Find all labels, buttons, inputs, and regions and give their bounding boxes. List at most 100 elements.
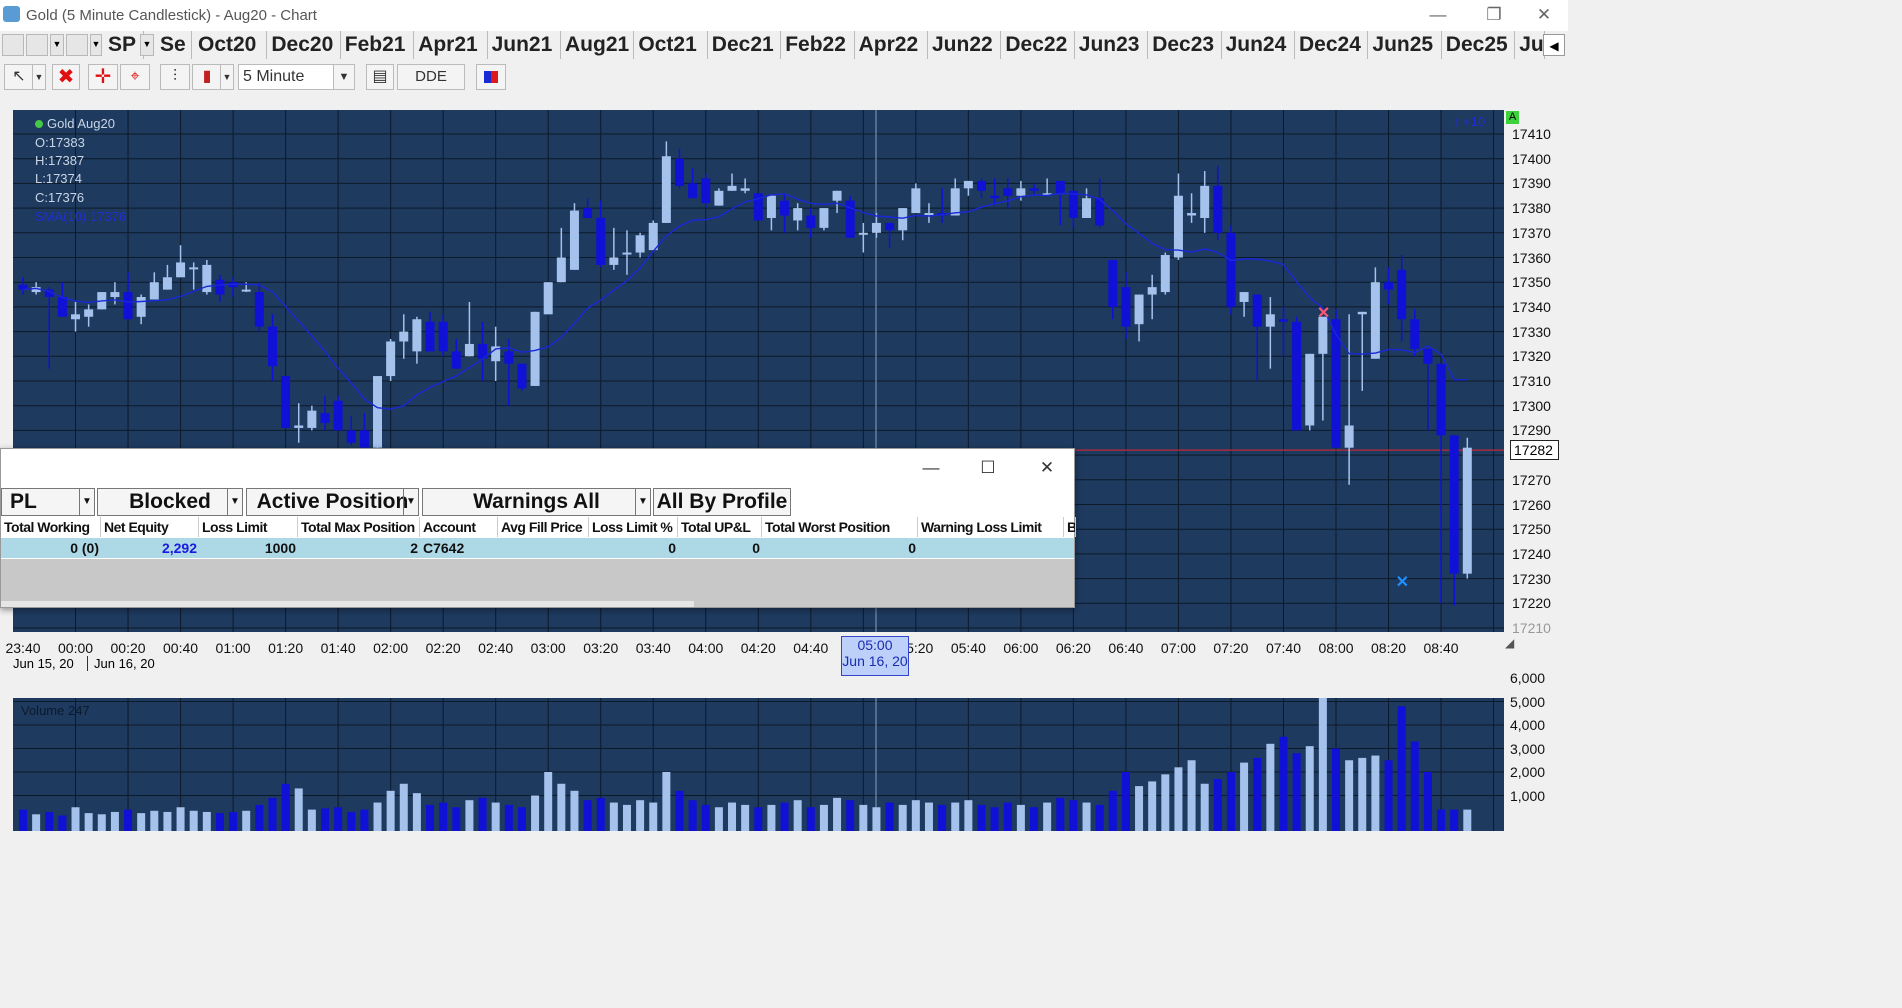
tab-oct21[interactable]: Oct21 [634, 31, 708, 59]
indicators-icon[interactable]: ⫶ [160, 64, 190, 90]
blocked-dropdown[interactable]: Blocked ▼ [97, 488, 243, 516]
pointer-icon[interactable]: ↖ [4, 64, 34, 90]
scroll-indicator[interactable]: ↑ +10 [1453, 114, 1485, 129]
resize-corner-icon[interactable]: ◢ [1505, 636, 1514, 650]
tab-dec25[interactable]: Dec25 [1442, 31, 1516, 59]
data-window-icon[interactable]: ▤ [366, 64, 394, 90]
tab-jun25[interactable]: Jun25 [1368, 31, 1442, 59]
pl-dropdown[interactable]: PL ▼ [1, 488, 95, 516]
tab-jun[interactable]: Jun [1515, 31, 1546, 59]
tab-dec20[interactable]: Dec20 [267, 31, 341, 59]
pointer-dropdown-icon[interactable]: ▼ [32, 64, 46, 90]
volume-bar [1069, 800, 1078, 831]
time-tick-label: 06:40 [1108, 640, 1144, 656]
cell-avg-fill-price [498, 538, 587, 558]
tab-dec21[interactable]: Dec21 [708, 31, 782, 59]
print-dropdown-icon[interactable]: ▼ [90, 34, 102, 56]
col-warning-loss-limit[interactable]: Warning Loss Limit [918, 517, 1064, 537]
col-account[interactable]: Account [420, 517, 498, 537]
candle-body [267, 326, 277, 367]
col-avg-fill-price[interactable]: Avg Fill Price [498, 517, 589, 537]
candle-body [1003, 188, 1013, 196]
tab-scroll-left-icon[interactable]: ◀ [1543, 34, 1565, 56]
col-loss-limit[interactable]: Loss Limit [199, 517, 298, 537]
volume-chart[interactable]: Volume 247 [13, 698, 1504, 831]
chart-style-dropdown-icon[interactable]: ▼ [220, 64, 234, 90]
tab-apr21[interactable]: Apr21 [414, 31, 488, 59]
col-net-equity[interactable]: Net Equity [101, 517, 199, 537]
panel-close-button[interactable]: ✕ [1025, 455, 1069, 481]
interval-select[interactable]: 5 Minute [238, 64, 334, 90]
volume-bar [19, 809, 27, 831]
target-crosshair-icon[interactable]: ⌖ [120, 64, 150, 90]
volume-bar [990, 807, 999, 831]
restore-button[interactable]: ❐ [1472, 2, 1516, 28]
volume-bar [71, 807, 80, 831]
open-icon[interactable] [26, 34, 48, 56]
chart-toolbar: ↖ ▼ ✖ ✛ ⌖ ⫶ ▮ ▼ 5 Minute ▼ ▤ DDE [0, 59, 1568, 95]
order-icon[interactable] [476, 64, 506, 90]
candle-body [464, 343, 474, 357]
tab-aug21[interactable]: Aug21 [561, 31, 635, 59]
col-total-max-position[interactable]: Total Max Position [298, 517, 420, 537]
delete-icon[interactable]: ✖ [52, 64, 80, 90]
tab-jun21[interactable]: Jun21 [488, 31, 561, 59]
col-b[interactable]: B [1064, 517, 1076, 537]
symbol-dropdown-icon[interactable]: ▼ [140, 34, 154, 56]
minimize-button[interactable]: — [1416, 2, 1460, 28]
chevron-down-icon: ▼ [403, 489, 418, 515]
tab-jun24[interactable]: Jun24 [1222, 31, 1295, 59]
tab-apr22[interactable]: Apr22 [855, 31, 928, 59]
volume-bar [1292, 753, 1301, 831]
active-position-dropdown[interactable]: Active Position ▼ [246, 488, 419, 516]
properties-icon[interactable] [2, 34, 24, 56]
interval-dropdown-icon[interactable]: ▼ [333, 64, 355, 90]
volume-bar [885, 802, 894, 831]
tab-oct20[interactable]: Oct20 [194, 31, 268, 59]
price-tick-label: 17220 [1512, 595, 1551, 612]
panel-minimize-button[interactable]: — [909, 455, 953, 481]
profile-dropdown[interactable]: All By Profile [653, 488, 791, 516]
crosshair-icon[interactable]: ✛ [88, 64, 118, 90]
price-axis[interactable]: 17410 17400 17390 17380 17370 17360 17350 17340… [1504, 110, 1568, 636]
print-icon[interactable] [66, 34, 88, 56]
time-axis[interactable]: 23:40 00:00 00:20 00:40 01:00 01:20 01:40 02:00… [5, 632, 1514, 688]
table-row[interactable]: 0 (0) 2,292 1000 2 C7642 0 0 0 [1, 538, 1074, 558]
volume-bar [583, 800, 592, 831]
close-button[interactable]: ✕ [1522, 2, 1566, 28]
candle-body [1187, 213, 1197, 216]
col-total-working[interactable]: Total Working [1, 517, 101, 537]
horizontal-scrollbar[interactable] [1, 601, 694, 607]
time-tick-label: 07:40 [1265, 640, 1301, 656]
tab-dec23[interactable]: Dec23 [1148, 31, 1222, 59]
tab-partial[interactable]: Se [156, 31, 192, 59]
candle-body [780, 200, 790, 216]
col-total-upl[interactable]: Total UP&L [678, 517, 762, 537]
tab-jun22[interactable]: Jun22 [928, 31, 1002, 59]
warnings-dropdown[interactable]: Warnings All ▼ [422, 488, 651, 516]
tab-jun23[interactable]: Jun23 [1075, 31, 1149, 59]
candle-body [1068, 190, 1078, 218]
symbol-selector[interactable]: SP [104, 31, 144, 59]
tab-feb21[interactable]: Feb21 [341, 31, 415, 59]
chart-style-icon[interactable]: ▮ [192, 64, 222, 90]
panel-maximize-button[interactable]: ☐ [966, 455, 1010, 481]
volume-tick-label: 3,000 [1510, 740, 1546, 757]
col-total-worst-position[interactable]: Total Worst Position [762, 517, 918, 537]
dde-button[interactable]: DDE [397, 64, 465, 90]
candle-body [1252, 294, 1262, 327]
candle-body [1134, 294, 1144, 325]
candle-body [569, 210, 579, 270]
volume-bar [662, 772, 671, 831]
tab-dec22[interactable]: Dec22 [1001, 31, 1075, 59]
volume-bar [58, 815, 67, 831]
tab-feb22[interactable]: Feb22 [781, 31, 855, 59]
candle-body [1265, 314, 1275, 327]
auto-scale-badge[interactable]: A [1506, 111, 1519, 124]
candle-body [556, 257, 566, 283]
candle-body [1173, 195, 1183, 258]
tab-dec24[interactable]: Dec24 [1295, 31, 1369, 59]
candle-body [1200, 185, 1210, 218]
open-dropdown-icon[interactable]: ▼ [50, 34, 64, 56]
col-loss-limit-pct[interactable]: Loss Limit % [589, 517, 678, 537]
